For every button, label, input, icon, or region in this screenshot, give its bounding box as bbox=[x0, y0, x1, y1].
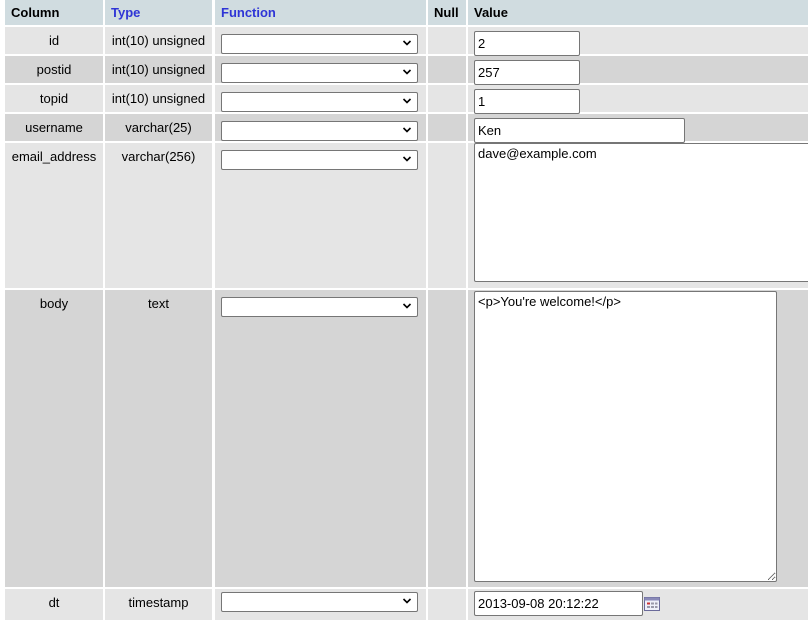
body-value-textarea[interactable]: <p>You're welcome!</p> bbox=[474, 291, 777, 582]
null-cell bbox=[428, 85, 466, 112]
table-row: id int(10) unsigned bbox=[0, 27, 808, 56]
function-select[interactable] bbox=[221, 150, 418, 170]
column-name: username bbox=[5, 114, 103, 141]
topid-value-input[interactable] bbox=[474, 89, 580, 114]
value-cell bbox=[468, 85, 808, 114]
function-select[interactable] bbox=[221, 92, 418, 112]
null-cell bbox=[428, 27, 466, 54]
username-value-input[interactable] bbox=[474, 118, 685, 143]
function-select[interactable] bbox=[221, 297, 418, 317]
calendar-icon[interactable] bbox=[644, 597, 660, 611]
function-cell bbox=[215, 114, 426, 141]
table-row: topid int(10) unsigned bbox=[0, 85, 808, 114]
function-cell bbox=[215, 143, 426, 288]
null-cell bbox=[428, 290, 466, 587]
table-row: body text <p>You're welcome!</p> bbox=[0, 290, 808, 587]
column-name: id bbox=[5, 27, 103, 54]
value-cell bbox=[468, 589, 808, 620]
function-select[interactable] bbox=[221, 121, 418, 141]
function-cell bbox=[215, 27, 426, 54]
column-name: postid bbox=[5, 56, 103, 83]
table-header: Column Type Function Null Value bbox=[0, 0, 808, 25]
null-cell bbox=[428, 143, 466, 288]
function-cell bbox=[215, 290, 426, 587]
function-select[interactable] bbox=[221, 592, 418, 612]
email-address-value-textarea[interactable]: dave@example.com bbox=[474, 143, 808, 282]
column-type: int(10) unsigned bbox=[105, 27, 212, 54]
column-name: email_address bbox=[5, 143, 103, 288]
value-cell bbox=[468, 56, 808, 85]
column-name: dt bbox=[5, 589, 103, 620]
function-select[interactable] bbox=[221, 34, 418, 54]
column-name: topid bbox=[5, 85, 103, 112]
table-row: dt timestamp bbox=[0, 589, 808, 620]
function-cell bbox=[215, 56, 426, 83]
function-cell bbox=[215, 85, 426, 112]
id-value-input[interactable] bbox=[474, 31, 580, 56]
table-row: email_address varchar(256) dave@example.… bbox=[0, 143, 808, 288]
function-header-link[interactable]: Function bbox=[215, 0, 426, 25]
dt-value-input[interactable] bbox=[474, 591, 643, 616]
null-header: Null bbox=[428, 0, 466, 25]
type-header-link[interactable]: Type bbox=[105, 0, 212, 25]
column-header: Column bbox=[5, 0, 103, 25]
function-cell bbox=[215, 589, 426, 620]
column-name: body bbox=[5, 290, 103, 587]
postid-value-input[interactable] bbox=[474, 60, 580, 85]
value-header: Value bbox=[468, 0, 808, 25]
value-cell bbox=[468, 114, 808, 143]
table-row: username varchar(25) bbox=[0, 114, 808, 143]
function-select[interactable] bbox=[221, 63, 418, 83]
value-cell: <p>You're welcome!</p> bbox=[468, 290, 808, 587]
column-type: varchar(256) bbox=[105, 143, 212, 288]
column-type: int(10) unsigned bbox=[105, 56, 212, 83]
column-type: text bbox=[105, 290, 212, 587]
column-type: int(10) unsigned bbox=[105, 85, 212, 112]
table-row: postid int(10) unsigned bbox=[0, 56, 808, 85]
null-cell bbox=[428, 56, 466, 83]
null-cell bbox=[428, 114, 466, 141]
null-cell bbox=[428, 589, 466, 620]
column-type: varchar(25) bbox=[105, 114, 212, 141]
value-cell bbox=[468, 27, 808, 56]
value-cell: dave@example.com bbox=[468, 143, 808, 288]
column-type: timestamp bbox=[105, 589, 212, 620]
